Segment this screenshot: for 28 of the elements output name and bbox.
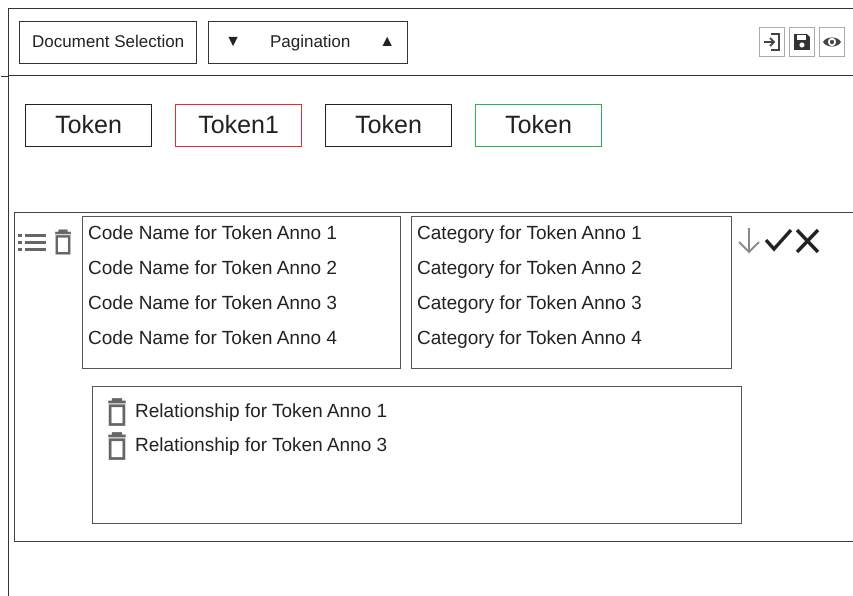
import-button[interactable]	[759, 27, 785, 57]
code-name-item[interactable]: Code Name for Token Anno 3	[88, 293, 395, 315]
save-icon	[792, 32, 812, 52]
document-selection-button[interactable]: Document Selection	[19, 20, 198, 64]
code-name-item[interactable]: Code Name for Token Anno 4	[88, 328, 395, 350]
list-icon[interactable]	[18, 231, 46, 253]
category-item[interactable]: Category for Token Anno 4	[417, 328, 726, 350]
trash-icon[interactable]	[54, 229, 72, 255]
code-name-item[interactable]: Code Name for Token Anno 1	[88, 223, 395, 245]
category-item[interactable]: Category for Token Anno 2	[417, 258, 726, 280]
token-chip[interactable]: Token	[475, 104, 602, 147]
token-chip[interactable]: Token1	[175, 104, 302, 147]
pagination-control[interactable]: ▼ Pagination ▲	[208, 20, 408, 64]
category-item[interactable]: Category for Token Anno 3	[417, 293, 726, 315]
trash-icon[interactable]	[107, 431, 127, 461]
import-icon	[762, 32, 782, 52]
relationship-item[interactable]: Relationship for Token Anno 1	[135, 401, 388, 423]
code-name-item[interactable]: Code Name for Token Anno 2	[88, 258, 395, 280]
pagination-label: Pagination	[270, 32, 350, 52]
relationship-item[interactable]: Relationship for Token Anno 3	[135, 435, 388, 457]
category-item[interactable]: Category for Token Anno 1	[417, 223, 726, 245]
previous-page-button[interactable]: ▼	[225, 33, 241, 51]
save-button[interactable]	[789, 27, 815, 57]
next-page-button[interactable]: ▲	[379, 33, 396, 51]
preview-button[interactable]	[819, 27, 845, 57]
token-chip[interactable]: Token	[25, 104, 152, 147]
trash-icon[interactable]	[107, 397, 127, 427]
token-chip[interactable]: Token	[325, 104, 452, 147]
